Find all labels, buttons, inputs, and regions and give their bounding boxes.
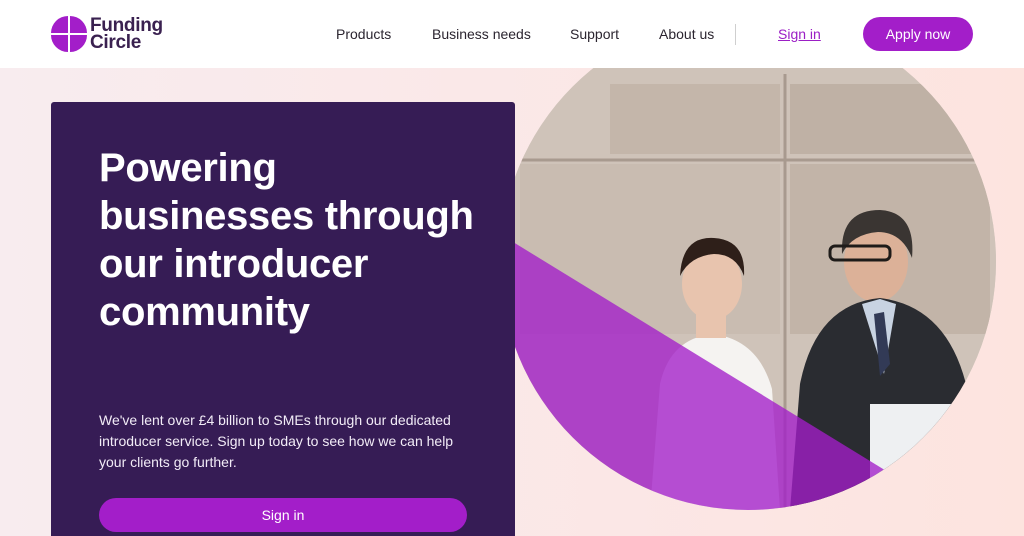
site-header: Funding Circle Products Business needs S…	[0, 0, 1024, 68]
hero-section: Powering businesses through our introduc…	[0, 68, 1024, 536]
hero-subtext: We've lent over £4 billion to SMEs throu…	[99, 412, 454, 470]
funding-circle-logo-icon	[51, 16, 87, 52]
nav-divider	[735, 24, 736, 45]
hero-headline: Powering businesses through our introduc…	[99, 146, 474, 334]
nav-business-needs[interactable]: Business needs	[432, 26, 531, 42]
hero-panel: Powering businesses through our introduc…	[51, 102, 515, 536]
hero-photo-illustration	[500, 68, 996, 510]
hero-sign-in-button[interactable]: Sign in	[99, 498, 467, 532]
nav-about-us[interactable]: About us	[659, 26, 714, 42]
apply-now-button[interactable]: Apply now	[863, 17, 973, 51]
funding-circle-logo[interactable]: Funding Circle	[51, 16, 163, 52]
hero-photo	[500, 68, 996, 510]
nav-products[interactable]: Products	[336, 26, 391, 42]
logo-text-line2: Circle	[90, 32, 142, 53]
nav-support[interactable]: Support	[570, 26, 619, 42]
sign-in-link[interactable]: Sign in	[778, 26, 821, 42]
